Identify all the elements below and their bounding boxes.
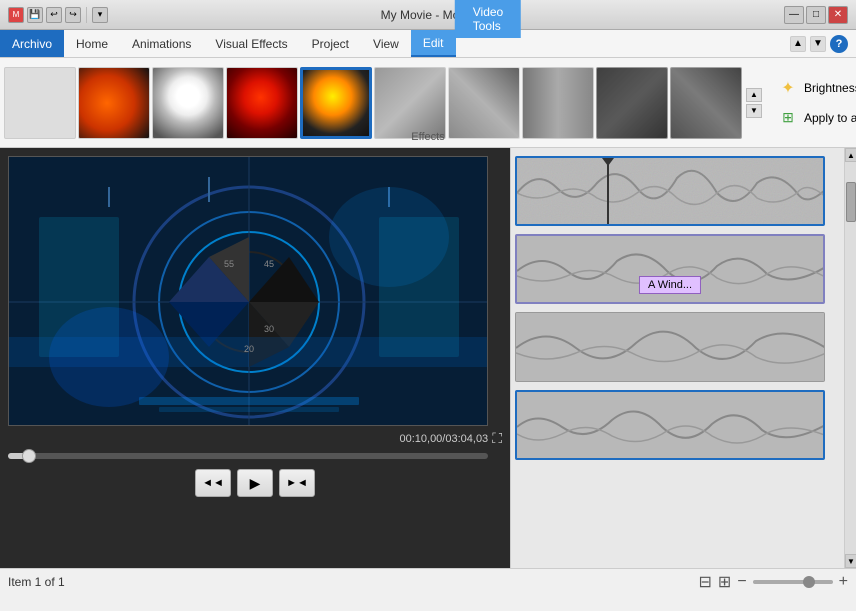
waveform-3 [516, 313, 824, 381]
effect-gray3[interactable] [522, 67, 594, 139]
fullscreen-button[interactable]: ⛶ [492, 430, 502, 447]
svg-text:55: 55 [224, 259, 234, 269]
timeline-track-2[interactable]: A Wind... [515, 234, 825, 304]
timeline-track-1[interactable] [515, 156, 825, 226]
rewind-button[interactable]: ◄◄ [195, 469, 231, 497]
waveform-svg-4 [517, 392, 825, 460]
menu-bar: Archivo Home Animations Visual Effects P… [0, 30, 856, 58]
undo-arrow: ↩ [46, 7, 62, 23]
apply-to-label: Apply to all [804, 111, 856, 125]
view-grid-icon[interactable]: ⊟ [699, 572, 712, 592]
window-controls: — □ ✕ [784, 6, 848, 24]
menu-edit[interactable]: Edit [411, 30, 456, 57]
menu-project[interactable]: Project [300, 30, 361, 57]
menu-visual-effects[interactable]: Visual Effects [203, 30, 299, 57]
nav-down-arrow[interactable]: ▼ [810, 36, 826, 52]
text-overlay[interactable]: A Wind... [639, 276, 701, 294]
video-tools-label: Video Tools [455, 0, 521, 38]
effect-gray1[interactable] [374, 67, 446, 139]
waveform-svg-1 [517, 158, 825, 226]
item-count-label: Item 1 of 1 [8, 575, 65, 589]
toolbar-scroll: ▲ ▼ [746, 88, 762, 118]
waveform-4 [517, 392, 823, 458]
effect-gray2[interactable] [448, 67, 520, 139]
title-icons: M 💾 ↩ ↪ ▾ [8, 7, 108, 23]
video-content: 45 30 20 55 B A S E L I N E [9, 157, 487, 425]
progress-bar[interactable] [8, 453, 488, 459]
apply-to-all-button[interactable]: ⊞ Apply to all [772, 106, 856, 130]
play-icon: ▶ [250, 475, 261, 492]
waveform-2: A Wind... [517, 236, 823, 302]
brightness-button[interactable]: ✦ Brightness [772, 76, 856, 100]
status-right: ⊟ ⊞ − + [699, 572, 849, 592]
toolbar: ▲ ▼ ✦ Brightness ⊞ Apply to all Effects [0, 58, 856, 148]
playhead[interactable] [607, 158, 609, 224]
timeline-track-3[interactable] [515, 312, 825, 382]
app-icon: M [8, 7, 24, 23]
title-bar: M 💾 ↩ ↪ ▾ My Movie - Movie Maker Video T… [0, 0, 856, 30]
help-button[interactable]: ? [830, 35, 848, 53]
right-scrollbar: ▲ ▼ [844, 148, 856, 568]
menu-animations[interactable]: Animations [120, 30, 203, 57]
scroll-up-button[interactable]: ▲ [746, 88, 762, 102]
zoom-in-button[interactable]: + [839, 573, 848, 591]
timeline-track-4[interactable] [515, 390, 825, 460]
zoom-thumb[interactable] [803, 576, 815, 588]
scrollbar-thumb[interactable] [846, 182, 856, 222]
minimize-button[interactable]: — [784, 6, 804, 24]
apply-icon: ⊞ [778, 108, 798, 128]
scroll-down-button[interactable]: ▼ [746, 104, 762, 118]
view-list-icon[interactable]: ⊞ [718, 572, 731, 592]
effects-label: Effects [411, 131, 444, 143]
status-bar: Item 1 of 1 ⊟ ⊞ − + [0, 568, 856, 594]
svg-text:20: 20 [244, 344, 254, 354]
redo-arrow: ↪ [65, 7, 81, 23]
waveform-svg-3 [516, 313, 825, 382]
effect-white-flower[interactable] [152, 67, 224, 139]
menu-view[interactable]: View [361, 30, 411, 57]
timecode-text: 00:10,00/03:04,03 [399, 433, 488, 445]
nav-up-arrow[interactable]: ▲ [790, 36, 806, 52]
divider [86, 7, 87, 23]
dropdown-arrow[interactable]: ▾ [92, 7, 108, 23]
preview-area: 45 30 20 55 B A S E L I N E [0, 148, 510, 568]
menu-right: ▲ ▼ ? [790, 35, 856, 53]
save-icon[interactable]: 💾 [27, 7, 43, 23]
effect-dark[interactable] [596, 67, 668, 139]
menu-home[interactable]: Home [64, 30, 120, 57]
brightness-icon: ✦ [778, 78, 798, 98]
svg-text:45: 45 [264, 259, 274, 269]
effect-medium[interactable] [670, 67, 742, 139]
test-pattern-svg: 45 30 20 55 B A S E L I N E [9, 157, 487, 425]
effect-red-flower[interactable] [226, 67, 298, 139]
effect-blank[interactable] [4, 67, 76, 139]
svg-text:30: 30 [264, 324, 274, 334]
forward-icon: ►◄ [286, 477, 308, 489]
timecode-display: 00:10,00/03:04,03 ⛶ [8, 430, 502, 447]
timeline-area: A Wind... [510, 148, 844, 568]
play-button[interactable]: ▶ [237, 469, 273, 497]
zoom-out-button[interactable]: − [737, 573, 746, 591]
scrollbar-down-button[interactable]: ▼ [845, 554, 856, 568]
progress-thumb[interactable] [22, 449, 36, 463]
close-button[interactable]: ✕ [828, 6, 848, 24]
scrollbar-track[interactable] [845, 162, 856, 554]
scrollbar-up-button[interactable]: ▲ [845, 148, 856, 162]
rewind-icon: ◄◄ [202, 477, 224, 489]
maximize-button[interactable]: □ [806, 6, 826, 24]
zoom-slider[interactable] [753, 580, 833, 584]
brightness-label: Brightness [804, 81, 856, 95]
preview-video: 45 30 20 55 B A S E L I N E [8, 156, 488, 426]
waveform-1 [517, 158, 823, 224]
menu-archivo[interactable]: Archivo [0, 30, 64, 57]
playback-controls: ◄◄ ▶ ►◄ [8, 469, 502, 497]
effect-yellow-selected[interactable] [300, 67, 372, 139]
forward-button[interactable]: ►◄ [279, 469, 315, 497]
effect-orange[interactable] [78, 67, 150, 139]
window-title: My Movie - Movie Maker [108, 8, 784, 22]
main-content: 45 30 20 55 B A S E L I N E [0, 148, 856, 568]
toolbar-right: ✦ Brightness ⊞ Apply to all [772, 76, 856, 130]
